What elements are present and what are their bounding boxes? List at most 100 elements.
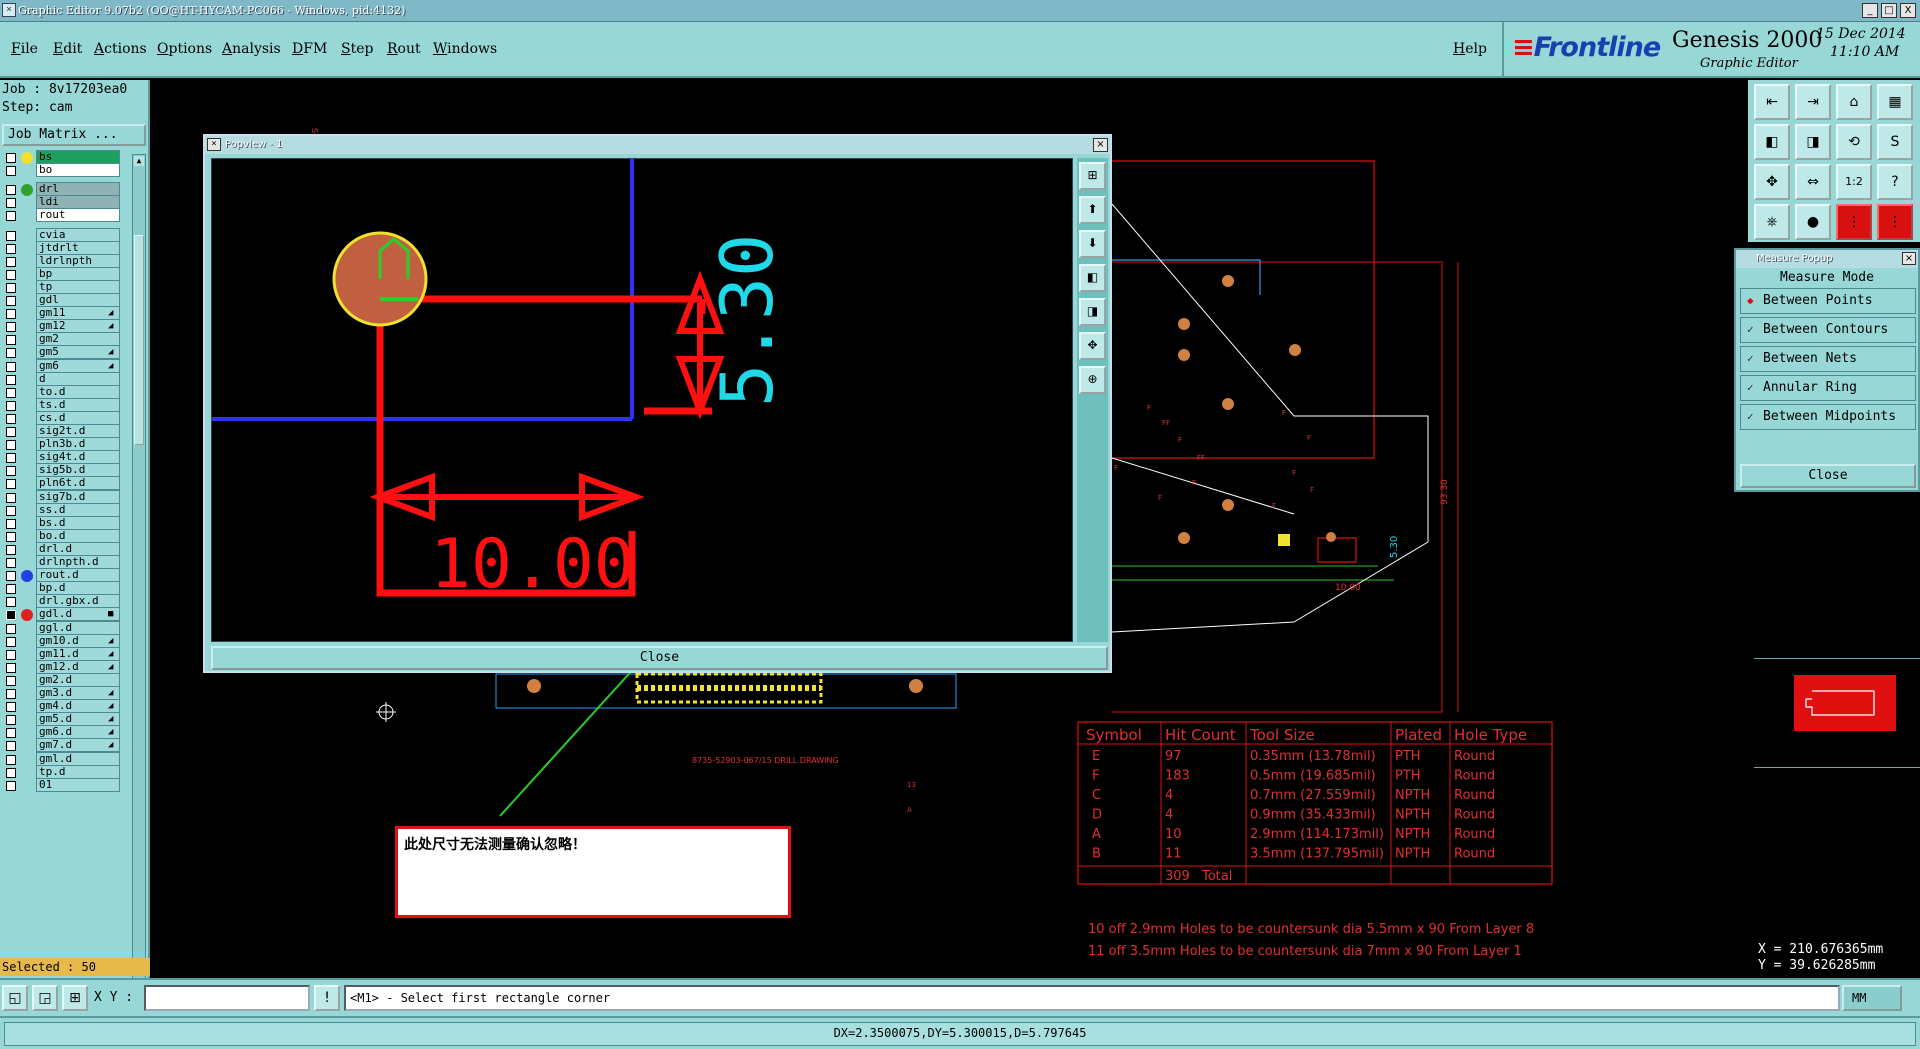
unit-selector[interactable]: MM <box>1842 985 1902 1011</box>
maximize-button[interactable]: □ <box>1881 3 1897 18</box>
bottom-grid-icon[interactable]: ◲ <box>32 985 58 1011</box>
bottom-cross-icon[interactable]: ⊞ <box>62 985 88 1011</box>
layer-checkbox[interactable] <box>6 440 16 451</box>
tool-button[interactable]: 1:2 <box>1836 164 1872 200</box>
menu-help[interactable]: Help <box>1453 41 1487 57</box>
tool-button[interactable]: ● <box>1795 204 1831 240</box>
layer-checkbox[interactable] <box>6 166 16 177</box>
layer-checkbox[interactable] <box>6 597 16 608</box>
layer-name[interactable]: tp.d <box>36 764 120 779</box>
layer-name[interactable]: bs.d <box>36 515 120 530</box>
popview-canvas[interactable]: 10.00 5.30 <box>211 158 1073 642</box>
popview-close-icon[interactable]: × <box>1093 138 1108 152</box>
tool-button[interactable]: ⇥ <box>1795 84 1831 120</box>
layer-name[interactable]: gm2.d <box>36 672 120 687</box>
layer-checkbox[interactable] <box>6 348 16 359</box>
menu-edit[interactable]: Edit <box>53 41 82 57</box>
layer-name[interactable]: bp <box>36 266 120 281</box>
layer-checkbox[interactable] <box>6 211 16 222</box>
layer-checkbox[interactable] <box>6 492 16 503</box>
tool-button[interactable]: ⋮ <box>1836 204 1872 240</box>
layer-checkbox[interactable] <box>6 505 16 516</box>
layer-name[interactable]: ldrlnpth <box>36 253 120 268</box>
bottom-snap-icon[interactable]: ◱ <box>2 985 28 1011</box>
popview-menu-icon[interactable]: × <box>207 138 221 151</box>
close-window-button[interactable]: X <box>1900 3 1916 18</box>
layer-checkbox[interactable] <box>6 256 16 267</box>
scroll-thumb[interactable] <box>134 235 144 445</box>
layer-name[interactable]: gml.d <box>36 751 120 766</box>
layer-name[interactable]: sig4t.d <box>36 450 120 465</box>
tool-button[interactable]: ⌂ <box>1836 84 1872 120</box>
layer-checkbox[interactable] <box>6 558 16 568</box>
layer-checkbox[interactable] <box>6 427 16 437</box>
popview-fit-icon[interactable]: ⊞ <box>1079 162 1106 190</box>
layer-checkbox[interactable] <box>6 282 16 293</box>
scroll-up-icon[interactable]: ▲ <box>134 156 144 166</box>
layer-name[interactable]: tp <box>36 279 120 294</box>
layer-checkbox[interactable] <box>6 662 16 673</box>
layer-name[interactable]: bs <box>36 150 120 164</box>
tool-button[interactable]: ◨ <box>1795 124 1831 160</box>
tool-button[interactable]: ◧ <box>1754 124 1790 160</box>
layer-checkbox[interactable] <box>6 243 16 254</box>
measure-option-between-contours[interactable]: ✓ Between Contours <box>1740 317 1916 343</box>
window-menu-icon[interactable]: × <box>2 3 16 17</box>
layer-name[interactable]: cs.d <box>36 410 120 425</box>
layer-name[interactable]: bo <box>36 163 120 178</box>
layer-checkbox[interactable] <box>6 198 16 209</box>
tool-button[interactable]: ⋮ <box>1877 204 1913 240</box>
menu-step[interactable]: Step <box>341 41 373 57</box>
layer-checkbox[interactable] <box>6 780 16 791</box>
tool-button[interactable]: ✥ <box>1754 164 1790 200</box>
layer-checkbox[interactable] <box>6 741 16 752</box>
layer-name[interactable]: rout.d <box>36 568 120 583</box>
tool-button[interactable]: ? <box>1877 164 1913 200</box>
layer-name[interactable]: d <box>36 371 120 386</box>
layer-checkbox[interactable] <box>6 754 16 765</box>
layer-list-scrollbar[interactable]: ▲ ▼ <box>132 154 146 1030</box>
measure-popup-close-icon[interactable]: × <box>1902 252 1916 265</box>
menu-rout[interactable]: Rout <box>387 41 421 57</box>
layer-name[interactable]: pln6t.d <box>36 476 120 491</box>
layer-checkbox[interactable] <box>6 571 16 582</box>
popview-zoom-out-icon[interactable]: ⬇ <box>1079 230 1106 258</box>
layer-name[interactable]: drl.gbx.d <box>36 594 120 609</box>
job-matrix-button[interactable]: Job Matrix ... <box>2 124 146 146</box>
layer-checkbox[interactable] <box>6 584 16 595</box>
popview-zoom-in-icon[interactable]: ⬆ <box>1079 196 1106 224</box>
layer-checkbox[interactable] <box>6 296 16 306</box>
layer-checkbox[interactable] <box>6 466 16 477</box>
layer-checkbox[interactable] <box>6 479 16 490</box>
popview-zoom-window-icon[interactable]: ✥ <box>1079 332 1106 360</box>
layer-name[interactable]: rout <box>36 208 120 223</box>
tool-button[interactable]: ⎈ <box>1754 204 1790 240</box>
menu-options[interactable]: Options <box>157 41 212 57</box>
layer-checkbox[interactable] <box>6 153 16 163</box>
measure-option-between-points[interactable]: ◆ Between Points <box>1740 288 1916 314</box>
popview-close-button[interactable]: Close <box>211 646 1108 670</box>
tool-button[interactable]: ⇔ <box>1795 164 1831 200</box>
menu-analysis[interactable]: Analysis <box>222 41 281 57</box>
layer-name[interactable]: gdl <box>36 293 120 307</box>
layer-name[interactable]: drlnpth.d <box>36 555 120 569</box>
tool-button[interactable]: S <box>1877 124 1913 160</box>
layer-checkbox[interactable] <box>6 702 16 713</box>
layer-row[interactable]: bo <box>0 163 124 178</box>
layer-checkbox[interactable] <box>6 374 16 385</box>
layer-name[interactable]: pln3b.d <box>36 437 120 452</box>
measure-option-annular-ring[interactable]: ✓ Annular Ring <box>1740 375 1916 401</box>
menu-dfm[interactable]: DFM <box>292 41 327 57</box>
layer-name[interactable]: to.d <box>36 384 120 399</box>
layer-checkbox[interactable] <box>6 649 16 660</box>
layer-checkbox[interactable] <box>6 335 16 346</box>
popview-pan-right-icon[interactable]: ◨ <box>1079 298 1106 326</box>
minimize-button[interactable]: _ <box>1862 3 1878 18</box>
measure-popup-close-button[interactable]: Close <box>1740 464 1916 488</box>
menu-windows[interactable]: Windows <box>433 41 497 57</box>
layer-name[interactable]: cvia <box>36 227 120 242</box>
layer-checkbox[interactable] <box>6 309 16 320</box>
layer-name[interactable]: ggl.d <box>36 620 120 635</box>
layer-checkbox[interactable] <box>6 675 16 686</box>
tool-button[interactable]: ▦ <box>1877 84 1913 120</box>
